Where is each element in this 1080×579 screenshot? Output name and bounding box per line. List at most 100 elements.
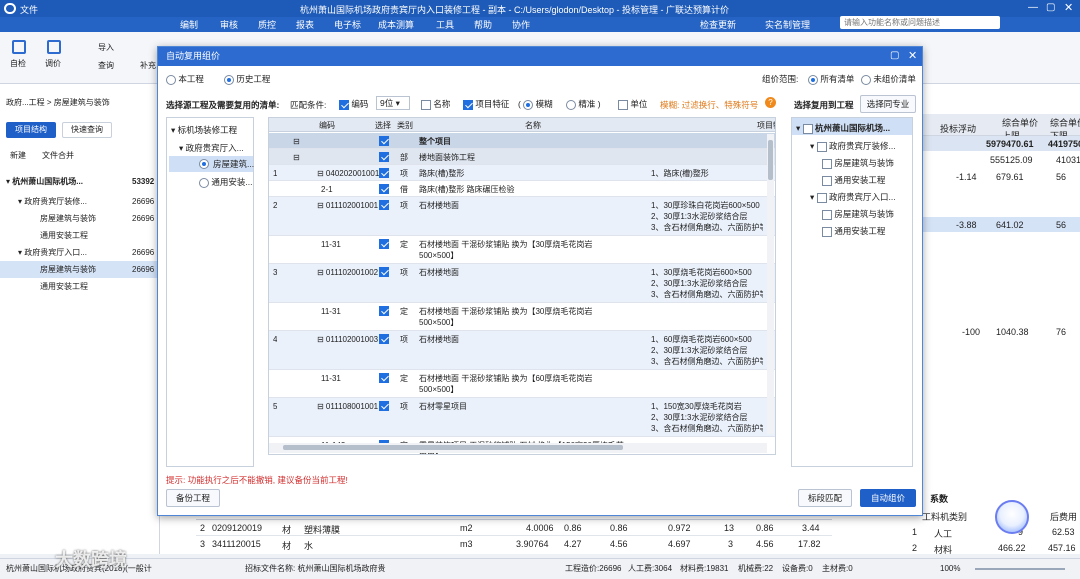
row-select-checkbox[interactable] [379, 184, 389, 194]
row-code: 2-1 [321, 185, 333, 194]
self-check-button[interactable]: 自检 [10, 58, 26, 69]
row-select-checkbox[interactable] [379, 152, 389, 162]
tree-leaf-selected[interactable]: 房屋建筑与装饰 26696 [0, 261, 160, 278]
grid-quota-row[interactable]: 2-1 借 路床(槽)整形 路床碾压检验 [269, 181, 775, 197]
row-type: 项 [400, 335, 408, 344]
grid-group-row[interactable]: ⊟ 整个项目 [269, 133, 775, 149]
row-type: 借 [400, 185, 408, 194]
radio-fuzzy[interactable]: ( 模糊 [518, 98, 553, 110]
target-tree-leaf[interactable]: 房屋建筑与装饰 [822, 157, 894, 169]
digits-select[interactable]: 9位 ▾ [376, 96, 410, 110]
menu-report[interactable]: 报表 [296, 18, 314, 31]
section-match-button[interactable]: 标段匹配 [798, 489, 852, 507]
assistant-avatar[interactable] [995, 500, 1029, 534]
menu-qc[interactable]: 质控 [258, 18, 276, 31]
row-select-checkbox[interactable] [379, 168, 389, 178]
row-select-checkbox[interactable] [379, 200, 389, 210]
table-row[interactable]: 3 3411120015 材 水 m3 3.90764 4.27 4.56 4.… [196, 536, 832, 552]
dialog-maximize-button[interactable]: ▢ [890, 50, 899, 61]
radio-history-project[interactable]: 历史工程 [224, 73, 270, 85]
table-row[interactable]: 555125.09 41031 [920, 152, 1080, 167]
row-select-checkbox[interactable] [379, 136, 389, 146]
total-lower: 4419750 [1048, 139, 1080, 149]
source-tree-node[interactable]: ▾ 政府贵宾厅入... [179, 142, 244, 154]
scope-label: 组价范围: [762, 74, 799, 84]
target-tree-node[interactable]: ▾ 政府贵宾厅装修... [810, 140, 896, 152]
supplement-button[interactable]: 补充 [140, 60, 156, 71]
match-unit-checkbox[interactable]: 单位 [618, 98, 647, 110]
minimize-button[interactable]: — [1028, 2, 1038, 13]
source-tree-root[interactable]: ▾ 标机场装修工程 [171, 124, 237, 136]
source-tree-leaf-selected[interactable]: 房屋建筑... [169, 156, 254, 172]
radio-exact[interactable]: 精准 ) [566, 98, 601, 110]
grid-bill-row[interactable]: 3 ⊟ 011102001002 项 石材楼地面 1、30厚烧毛花岗岩600×500 2… [269, 264, 775, 303]
tree-leaf[interactable]: 通用安装工程 [0, 227, 160, 244]
maximize-button[interactable]: ▢ [1046, 2, 1055, 13]
menu-tools[interactable]: 工具 [436, 18, 454, 31]
match-feature-checkbox[interactable]: 项目特征 [463, 98, 509, 110]
row-select-checkbox[interactable] [379, 267, 389, 277]
search-input[interactable] [840, 16, 1000, 29]
match-name-checkbox[interactable]: 名称 [421, 98, 450, 110]
grid-hscroll-thumb[interactable] [283, 445, 623, 450]
tree-node[interactable]: ▾ 政府贵宾厅装修... 26696 [0, 193, 160, 210]
target-tree-node[interactable]: ▾ 政府贵宾厅入口... [810, 191, 896, 203]
grid-bill-row[interactable]: 2 ⊟ 011102001001 项 石材楼地面 1、30厚珍珠白花岗岩600×500 … [269, 197, 775, 236]
tree-root[interactable]: ▾ 杭州萧山国际机场... 53392 [0, 173, 160, 190]
select-same-major-button[interactable]: 选择同专业 [860, 95, 916, 113]
import-button[interactable]: 导入 [98, 42, 114, 53]
table-row[interactable]: -100 1040.38 76 [920, 324, 1080, 339]
grid-vscroll-thumb[interactable] [768, 140, 773, 180]
row-select-checkbox[interactable] [379, 401, 389, 411]
menu-edit[interactable]: 编制 [180, 18, 198, 31]
tab-quick-query[interactable]: 快速查询 [62, 122, 112, 138]
row-name: 石材楼地面 干混砂浆铺贴 换为【60厚烧毛花岗岩 500×500】 [419, 374, 593, 394]
backup-project-button[interactable]: 备份工程 [166, 489, 220, 507]
match-code-checkbox[interactable]: 编码 [339, 98, 368, 110]
menu-collab[interactable]: 协作 [512, 18, 530, 31]
row-select-checkbox[interactable] [379, 239, 389, 249]
table-row[interactable]: -3.88 641.02 56 [920, 217, 1080, 232]
tree-leaf[interactable]: 通用安装工程 [0, 278, 160, 295]
target-tree-leaf[interactable]: 房屋建筑与装饰 [822, 208, 894, 220]
help-icon[interactable]: ? [765, 97, 776, 108]
radio-unpriced-lists[interactable]: 未组价清单 [861, 73, 916, 85]
check-update-link[interactable]: 检查更新 [700, 18, 736, 31]
target-tree-root[interactable]: ▾ 杭州萧山国际机场... [796, 122, 890, 134]
table-row[interactable]: 2 0209120019 材 塑料薄膜 m2 4.0006 0.86 0.86 … [196, 520, 832, 536]
menu-cost[interactable]: 成本测算 [378, 18, 414, 31]
file-menu[interactable]: 文件 [20, 3, 38, 16]
dialog-close-button[interactable]: ✕ [908, 49, 917, 62]
radio-all-lists[interactable]: 所有清单 [808, 73, 854, 85]
auto-price-button[interactable]: 自动组价 [860, 489, 916, 507]
realname-link[interactable]: 实名制管理 [765, 18, 810, 31]
close-button[interactable]: ✕ [1064, 1, 1073, 14]
grid-quota-row[interactable]: 11-31 定 石材楼地面 干混砂浆铺贴 换为【60厚烧毛花岗岩 500×500】 [269, 370, 775, 398]
tab-project-structure[interactable]: 项目结构 [6, 122, 56, 138]
row-select-checkbox[interactable] [379, 334, 389, 344]
radio-this-project[interactable]: 本工程 [166, 73, 204, 85]
table-row[interactable]: -1.14 679.61 56 [920, 169, 1080, 184]
row-select-checkbox[interactable] [379, 306, 389, 316]
tree-node[interactable]: ▾ 政府贵宾厅入口... 26696 [0, 244, 160, 261]
grid-quota-row[interactable]: 11-31 定 石材楼地面 干混砂浆铺贴 换为【30厚烧毛花岗岩 500×500】 [269, 236, 775, 264]
row-feature: 1、150宽30厚烧毛花岗岩 2、30厚1:3水泥砂浆结合层 3、含石材侧角磨边… [651, 402, 763, 433]
grid-quota-row[interactable]: 11-31 定 石材楼地面 干混砂浆铺贴 换为【30厚烧毛花岗岩 500×500】 [269, 303, 775, 331]
menu-review[interactable]: 审核 [220, 18, 238, 31]
grid-bill-row[interactable]: 1 ⊟ 040202001001 项 路床(槽)整形 1、路床(槽)整形 [269, 165, 775, 181]
grid-group-row[interactable]: ⊟ 部 楼地面装饰工程 [269, 149, 775, 165]
target-tree-leaf[interactable]: 通用安装工程 [822, 174, 885, 186]
merge-file-button[interactable]: 文件合并 [42, 150, 74, 161]
menu-help[interactable]: 帮助 [474, 18, 492, 31]
tree-leaf[interactable]: 房屋建筑与装饰 26696 [0, 210, 160, 227]
zoom-slider[interactable] [975, 568, 1065, 570]
target-tree-leaf[interactable]: 通用安装工程 [822, 225, 885, 237]
new-button[interactable]: 新建 [10, 150, 26, 161]
adjust-price-button[interactable]: 调价 [45, 58, 61, 69]
row-select-checkbox[interactable] [379, 373, 389, 383]
source-tree-leaf[interactable]: 通用安装... [199, 176, 252, 188]
grid-bill-row[interactable]: 4 ⊟ 011102001003 项 石材楼地面 1、60厚烧毛花岗岩600×500 2… [269, 331, 775, 370]
menu-ebid[interactable]: 电子标 [334, 18, 361, 31]
grid-bill-row[interactable]: 5 ⊟ 011108001001 项 石材零星项目 1、150宽30厚烧毛花岗岩 2、3… [269, 398, 775, 437]
query-button[interactable]: 查询 [98, 60, 114, 71]
